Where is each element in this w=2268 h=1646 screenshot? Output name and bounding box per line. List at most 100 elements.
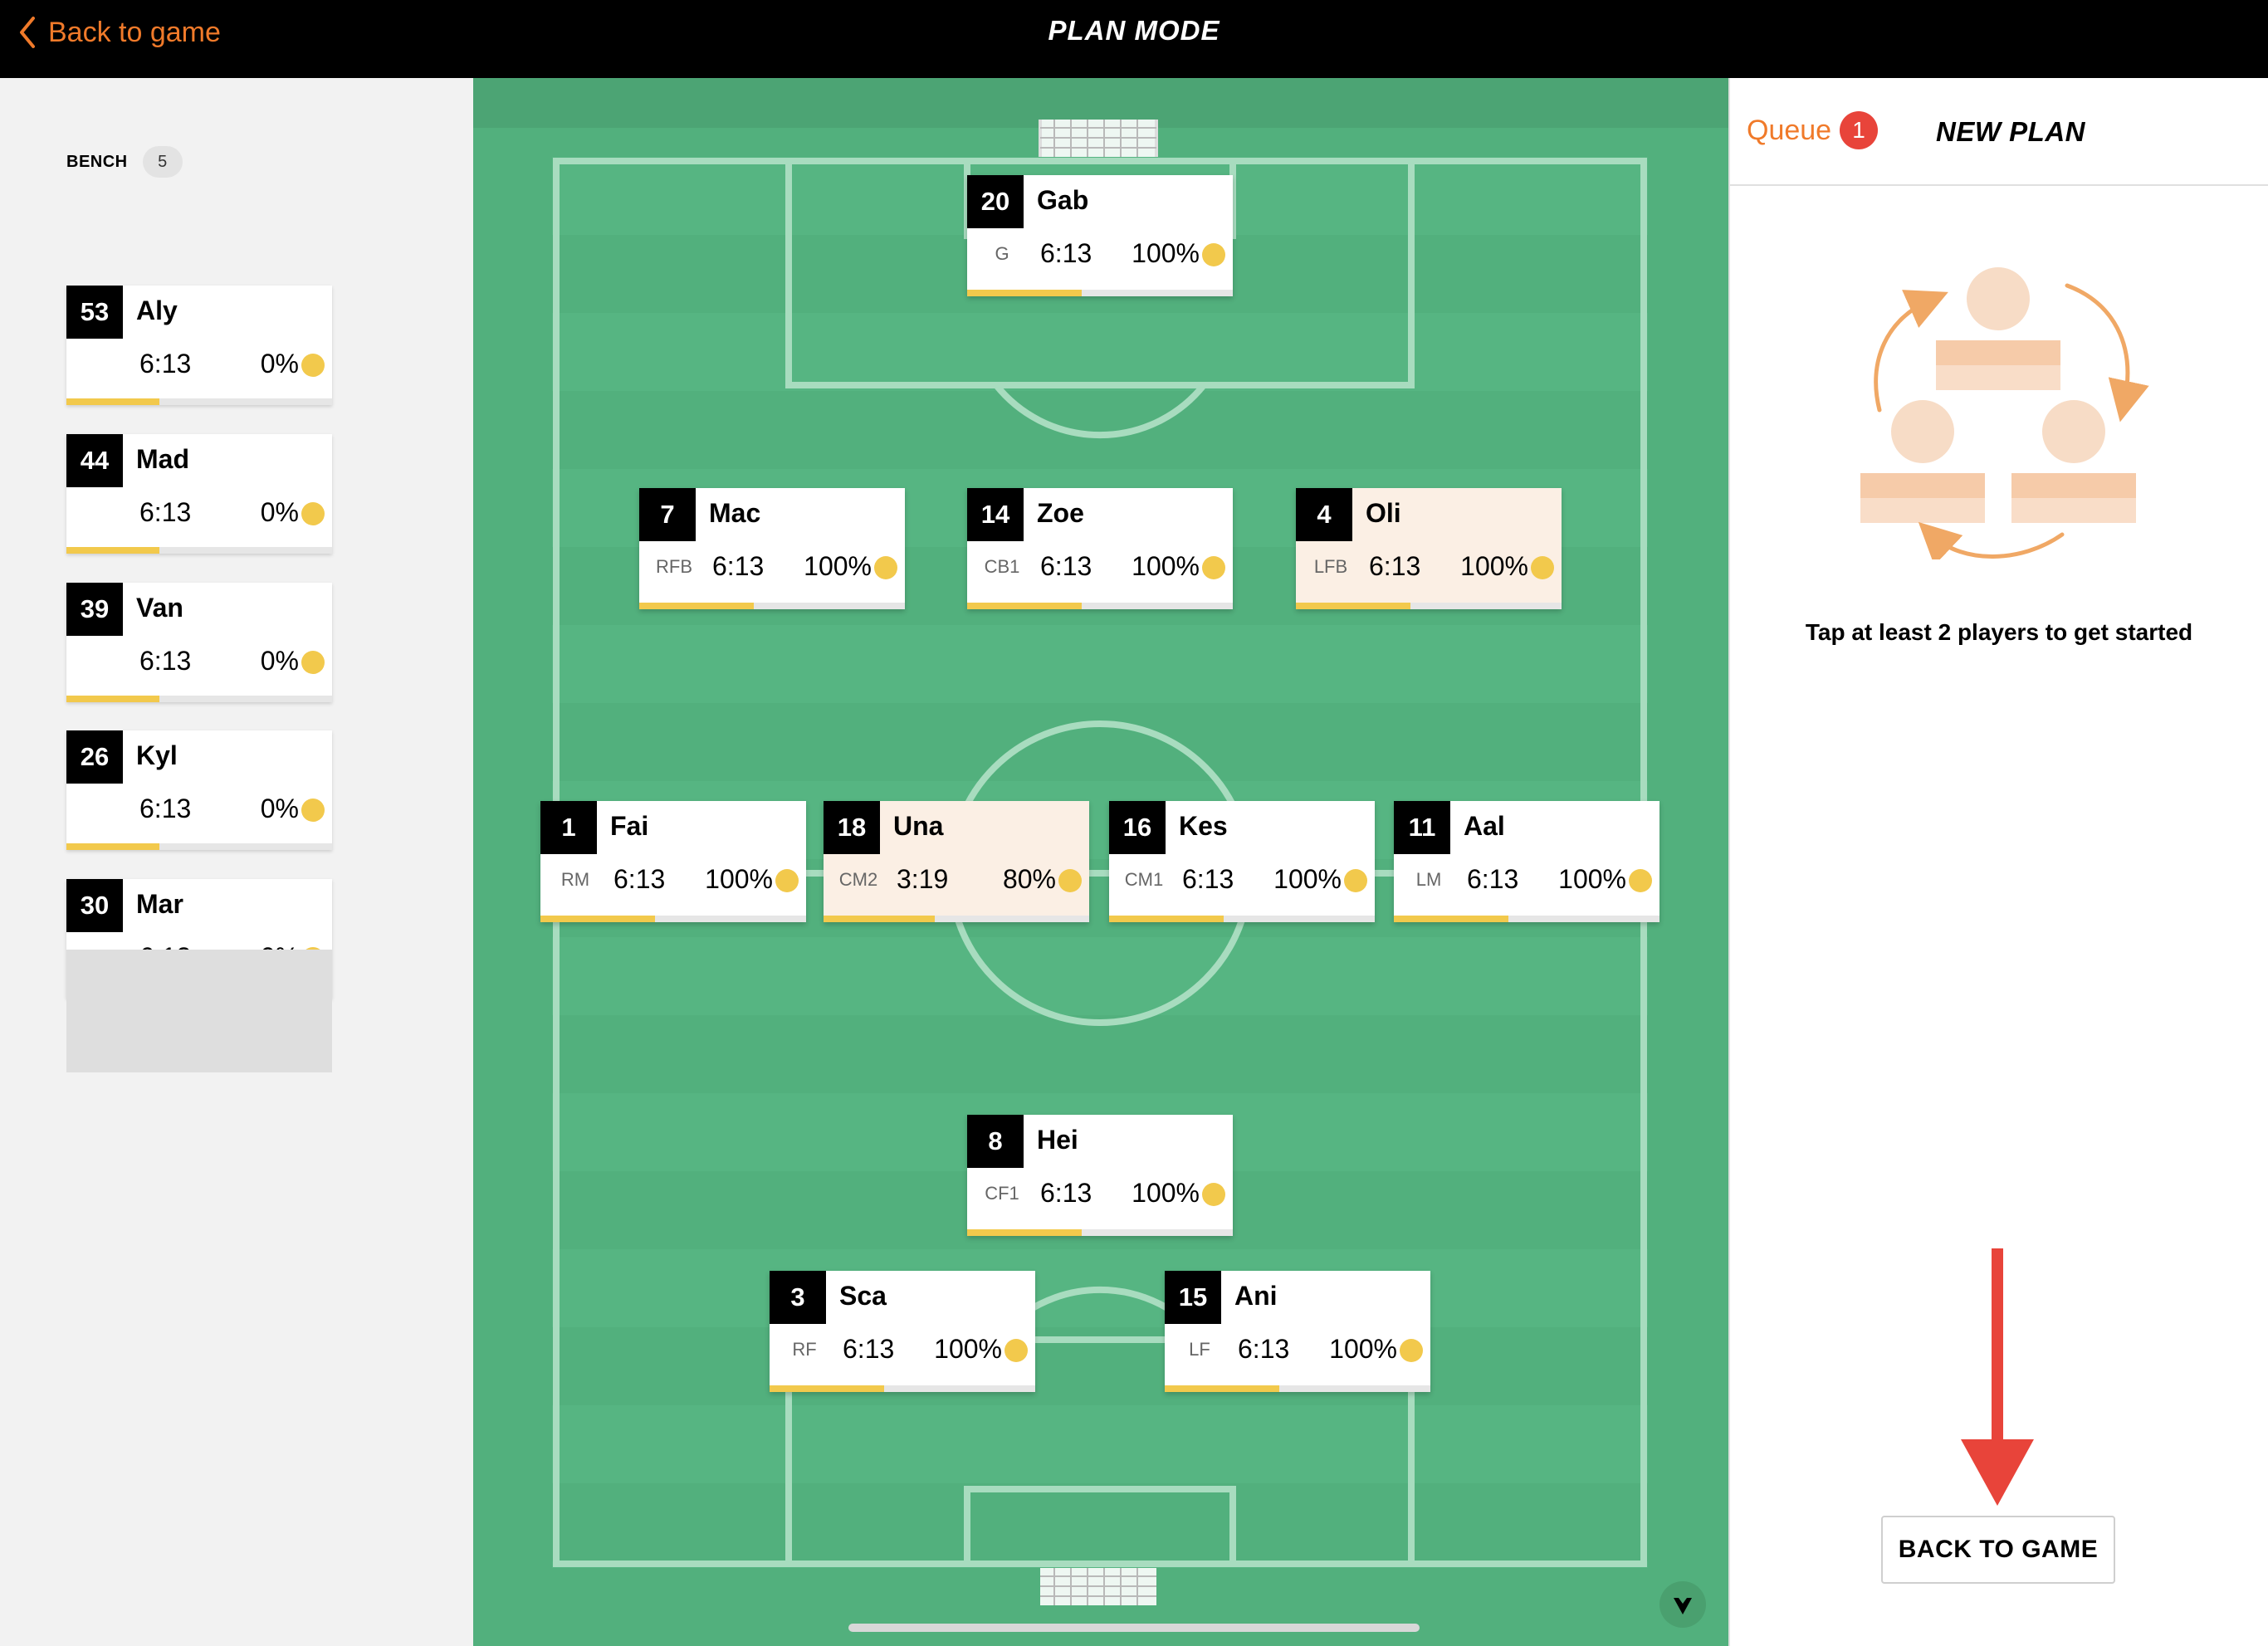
player-name: Hei <box>1037 1125 1078 1155</box>
bench-player-card[interactable]: 26 Kyl 6:13 0% <box>66 730 332 850</box>
progress-bar <box>770 1385 1035 1392</box>
progress-bar <box>66 843 332 850</box>
play-percent: 100% <box>934 1334 1002 1364</box>
status-dot-icon <box>301 354 325 377</box>
status-dot-icon <box>775 869 799 892</box>
status-dot-icon <box>1629 869 1652 892</box>
play-percent: 0% <box>260 794 299 823</box>
player-position: RF <box>792 1339 817 1360</box>
queue-tab[interactable]: Queue 1 <box>1747 111 1879 149</box>
progress-bar <box>540 916 806 922</box>
player-card[interactable]: 1 Fai RM 6:13 100% <box>540 801 806 922</box>
progress-fill <box>1296 603 1410 609</box>
player-card[interactable]: 4 Oli LFB 6:13 100% <box>1296 488 1562 609</box>
play-percent: 0% <box>260 497 299 527</box>
player-name: Oli <box>1366 498 1401 528</box>
player-name: Kes <box>1179 811 1228 841</box>
play-percent: 100% <box>804 551 872 581</box>
play-time: 6:13 <box>1182 864 1234 894</box>
play-percent: 0% <box>260 646 299 676</box>
jersey-number: 14 <box>967 488 1024 541</box>
jersey-number: 11 <box>1394 801 1450 854</box>
play-time: 6:13 <box>1369 551 1421 581</box>
progress-fill <box>66 547 159 554</box>
play-time: 6:13 <box>1040 551 1092 581</box>
jersey-number: 16 <box>1109 801 1166 854</box>
page-title: PLAN MODE <box>1048 15 1220 46</box>
player-name: Sca <box>839 1281 887 1311</box>
jersey-number: 8 <box>967 1115 1024 1168</box>
plan-panel-header: Queue 1 NEW PLAN <box>1730 78 2268 186</box>
progress-bar <box>66 547 332 554</box>
player-card[interactable]: 7 Mac RFB 6:13 100% <box>639 488 905 609</box>
top-bar: Back to game PLAN MODE <box>0 0 2268 78</box>
home-indicator <box>848 1624 1420 1632</box>
player-position: CB1 <box>984 556 1020 577</box>
player-position: G <box>995 243 1009 264</box>
play-time: 3:19 <box>897 864 949 894</box>
new-plan-title: NEW PLAN <box>1936 116 2085 147</box>
bench-player-card[interactable]: 53 Aly 6:13 0% <box>66 286 332 405</box>
arrow-down-icon <box>1961 1248 2034 1506</box>
progress-fill <box>1109 916 1224 922</box>
status-dot-icon <box>1531 556 1554 579</box>
player-card[interactable]: 14 Zoe CB1 6:13 100% <box>967 488 1233 609</box>
play-time: 6:13 <box>613 864 666 894</box>
player-position: RM <box>560 869 590 890</box>
plan-panel: Queue 1 NEW PLAN Tap at least 2 players … <box>1728 78 2268 1646</box>
player-name: Kyl <box>136 740 178 770</box>
bench-header: BENCH 5 <box>66 146 183 178</box>
player-name: Mac <box>709 498 761 528</box>
player-card[interactable]: 20 Gab G 6:13 100% <box>967 175 1233 296</box>
progress-fill <box>1394 916 1508 922</box>
back-to-game-button[interactable]: BACK TO GAME <box>1881 1516 2115 1584</box>
progress-bar <box>1165 1385 1430 1392</box>
player-position: CM2 <box>838 869 878 890</box>
bench-empty-slot[interactable] <box>66 950 332 1072</box>
progress-bar <box>1296 603 1562 609</box>
play-percent: 100% <box>1132 551 1200 581</box>
player-name: Mar <box>136 889 183 919</box>
progress-fill <box>66 696 159 702</box>
jersey-number: 3 <box>770 1271 826 1324</box>
progress-fill <box>770 1385 884 1392</box>
jersey-number: 53 <box>66 286 123 339</box>
queue-count-badge: 1 <box>1840 111 1879 149</box>
player-card[interactable]: 8 Hei CF1 6:13 100% <box>967 1115 1233 1236</box>
player-position: LF <box>1189 1339 1210 1360</box>
progress-bar <box>639 603 905 609</box>
progress-bar <box>824 916 1089 922</box>
play-time: 6:13 <box>1467 864 1519 894</box>
player-card[interactable]: 11 Aal LM 6:13 100% <box>1394 801 1659 922</box>
player-card[interactable]: 15 Ani LF 6:13 100% <box>1165 1271 1430 1392</box>
play-percent: 100% <box>1132 238 1200 268</box>
play-percent: 100% <box>705 864 773 894</box>
status-dot-icon <box>1058 869 1082 892</box>
scroll-down-button[interactable] <box>1659 1581 1706 1628</box>
player-name: Fai <box>610 811 649 841</box>
bench-player-card[interactable]: 39 Van 6:13 0% <box>66 583 332 702</box>
jersey-number: 7 <box>639 488 696 541</box>
status-dot-icon <box>1344 869 1367 892</box>
status-dot-icon <box>301 502 325 525</box>
progress-bar <box>967 290 1233 296</box>
play-percent: 100% <box>1273 864 1342 894</box>
status-dot-icon <box>1202 243 1225 266</box>
player-position: LFB <box>1313 556 1348 577</box>
chevron-down-icon <box>1674 1598 1692 1614</box>
player-position: CF1 <box>985 1183 1019 1204</box>
progress-fill <box>824 916 936 922</box>
player-card[interactable]: 18 Una CM2 3:19 80% <box>824 801 1089 922</box>
bench-player-card[interactable]: 44 Mad 6:13 0% <box>66 434 332 554</box>
progress-fill <box>66 398 159 405</box>
progress-fill <box>967 1229 1082 1236</box>
player-name: Zoe <box>1037 498 1084 528</box>
play-percent: 100% <box>1460 551 1528 581</box>
status-dot-icon <box>301 799 325 822</box>
player-card[interactable]: 3 Sca RF 6:13 100% <box>770 1271 1035 1392</box>
progress-fill <box>540 916 655 922</box>
player-card[interactable]: 16 Kes CM1 6:13 100% <box>1109 801 1375 922</box>
status-dot-icon <box>874 556 897 579</box>
player-position: CM1 <box>1124 869 1164 890</box>
player-position: RFB <box>656 556 692 577</box>
